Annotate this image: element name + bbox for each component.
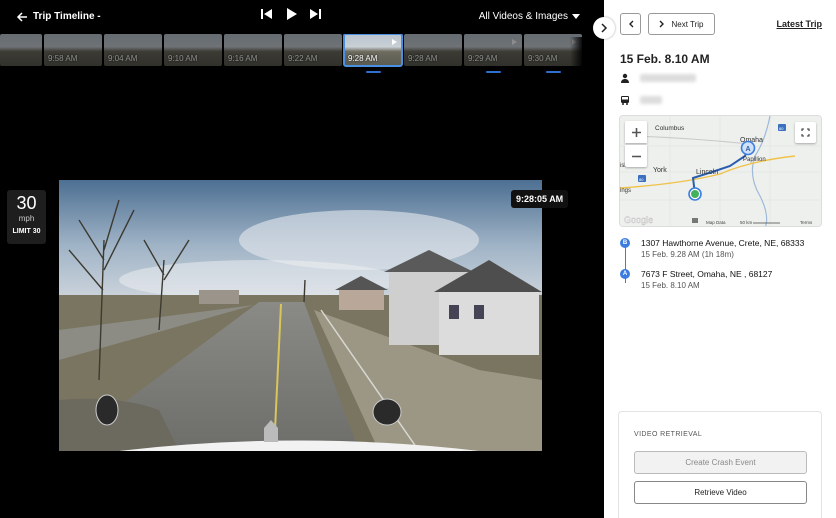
stop-badge-b: B bbox=[620, 238, 630, 248]
collapse-panel-button[interactable] bbox=[593, 17, 615, 39]
map-scale-label: 50 km bbox=[740, 220, 753, 225]
google-logo: Google bbox=[624, 215, 653, 225]
speed-badge: 30 mph LIMIT 30 bbox=[7, 190, 46, 244]
stop-badge-a: A bbox=[620, 269, 630, 279]
thumbnail-time: 9:28 AM bbox=[348, 54, 378, 63]
thumbnail-time: 9:30 AM bbox=[528, 54, 558, 63]
thumbnail-strip[interactable]: 9:58 AM 9:04 AM 9:10 AM 9:16 AM 9:22 AM … bbox=[0, 34, 590, 72]
thumbnail[interactable]: 9:22 AM bbox=[284, 34, 342, 66]
chevron-right-icon bbox=[601, 23, 608, 33]
stop-time: 15 Feb. 9.28 AM (1h 18m) bbox=[641, 250, 734, 259]
latest-trip-link[interactable]: Latest Trip bbox=[776, 19, 822, 29]
driver-name-redacted bbox=[640, 74, 696, 82]
top-bar: Trip Timeline - All Videos & Images bbox=[0, 0, 604, 32]
app-root: Trip Timeline - All Videos & Images 9:58… bbox=[0, 0, 836, 518]
map-label-york: York bbox=[653, 167, 667, 174]
zoom-out-button[interactable] bbox=[625, 145, 647, 167]
next-trip-label: Next Trip bbox=[671, 19, 704, 29]
skip-next-icon[interactable] bbox=[308, 6, 322, 22]
map-data-label: Map Data bbox=[706, 220, 726, 225]
thumbnail[interactable]: 9:04 AM bbox=[104, 34, 162, 66]
thumbnail-time: 9:58 AM bbox=[48, 54, 78, 63]
stop-address: 7673 F Street, Omaha, NE , 68127 bbox=[641, 269, 773, 279]
create-crash-event-button[interactable]: Create Crash Event bbox=[634, 451, 807, 474]
stop-end: B 1307 Hawthorne Avenue, Crete, NE, 6833… bbox=[620, 237, 825, 259]
video-pane: Trip Timeline - All Videos & Images 9:58… bbox=[0, 0, 604, 518]
route-map[interactable]: Columbus Omaha Papillion York Lincoln in… bbox=[619, 115, 822, 227]
thumbnail[interactable]: 9:10 AM bbox=[164, 34, 222, 66]
interstate-shield-label: 80 bbox=[779, 126, 784, 131]
thumbnail-time: 9:22 AM bbox=[288, 54, 318, 63]
skip-previous-icon[interactable] bbox=[260, 6, 274, 22]
map-label-papillion: Papillion bbox=[743, 157, 766, 163]
stop-start: A 7673 F Street, Omaha, NE , 68127 15 Fe… bbox=[620, 268, 825, 290]
trip-details-panel: Next Trip Latest Trip 15 Feb. 8.10 AM Co… bbox=[604, 0, 836, 518]
map-label-lincoln: Lincoln bbox=[696, 169, 718, 176]
trip-stops: B 1307 Hawthorne Avenue, Crete, NE, 6833… bbox=[620, 237, 825, 299]
thumbnail-time: 9:16 AM bbox=[228, 54, 258, 63]
video-play-icon bbox=[392, 39, 397, 45]
driver-icon bbox=[621, 73, 629, 83]
map-label-ings: ings bbox=[620, 188, 631, 194]
vehicle-icon bbox=[621, 96, 629, 105]
fullscreen-icon bbox=[801, 128, 810, 137]
thumbnail-time: 9:10 AM bbox=[168, 54, 198, 63]
map-marker-a: A bbox=[746, 146, 751, 153]
retrieve-video-button[interactable]: Retrieve Video bbox=[634, 481, 807, 504]
thumbnail-indicator bbox=[366, 71, 381, 73]
previous-trip-button[interactable] bbox=[620, 13, 641, 35]
video-retrieval-card: VIDEO RETRIEVAL Create Crash Event Retri… bbox=[618, 411, 822, 518]
minus-icon bbox=[631, 155, 641, 157]
play-icon[interactable] bbox=[284, 6, 298, 22]
video-retrieval-title: VIDEO RETRIEVAL bbox=[634, 431, 703, 438]
zoom-in-button[interactable] bbox=[625, 121, 647, 143]
map-label-columbus: Columbus bbox=[655, 125, 685, 132]
trip-date: 15 Feb. 8.10 AM bbox=[620, 52, 710, 66]
page-title: Trip Timeline - bbox=[33, 11, 101, 22]
video-play-icon bbox=[512, 39, 517, 45]
thumbnail-time: 9:29 AM bbox=[468, 54, 498, 63]
media-filter-label: All Videos & Images bbox=[478, 11, 568, 22]
thumbnail[interactable] bbox=[0, 34, 42, 66]
stop-address: 1307 Hawthorne Avenue, Crete, NE, 68333 bbox=[641, 238, 805, 248]
thumbnail[interactable]: 9:29 AM bbox=[464, 34, 522, 66]
video-frame[interactable] bbox=[59, 180, 542, 451]
thumbnail-active[interactable]: 9:28 AM bbox=[343, 34, 403, 67]
plus-icon bbox=[631, 127, 641, 137]
strip-scroll-fade bbox=[570, 37, 590, 69]
thumbnail-indicator bbox=[546, 71, 561, 73]
caret-down-icon bbox=[572, 13, 580, 19]
chevron-right-icon bbox=[659, 20, 665, 28]
speed-limit: LIMIT 30 bbox=[12, 228, 41, 235]
video-timestamp: 9:28:05 AM bbox=[511, 190, 569, 208]
speed-unit: mph bbox=[18, 214, 35, 223]
thumbnail-indicator bbox=[486, 71, 501, 73]
interstate-shield-label: 80 bbox=[639, 177, 644, 182]
thumbnail[interactable]: 9:16 AM bbox=[224, 34, 282, 66]
fullscreen-button[interactable] bbox=[795, 122, 816, 143]
speed-value: 30 bbox=[16, 193, 37, 213]
thumbnail-time: 9:04 AM bbox=[108, 54, 138, 63]
map-terms-link[interactable]: Terms bbox=[800, 220, 813, 225]
thumbnail[interactable]: 9:28 AM bbox=[404, 34, 462, 66]
dashcam-image bbox=[59, 180, 542, 451]
vehicle-id-redacted bbox=[640, 96, 662, 104]
thumbnail-time: 9:28 AM bbox=[408, 54, 438, 63]
map-canvas: Columbus Omaha Papillion York Lincoln in… bbox=[620, 116, 821, 226]
chevron-left-icon bbox=[628, 20, 633, 28]
next-trip-button[interactable]: Next Trip bbox=[648, 13, 715, 35]
thumbnail[interactable]: 9:58 AM bbox=[44, 34, 102, 66]
media-filter-dropdown[interactable]: All Videos & Images bbox=[479, 11, 580, 22]
playback-controls bbox=[260, 6, 322, 22]
stop-time: 15 Feb. 8.10 AM bbox=[641, 281, 700, 290]
back-arrow-icon[interactable] bbox=[15, 10, 29, 24]
